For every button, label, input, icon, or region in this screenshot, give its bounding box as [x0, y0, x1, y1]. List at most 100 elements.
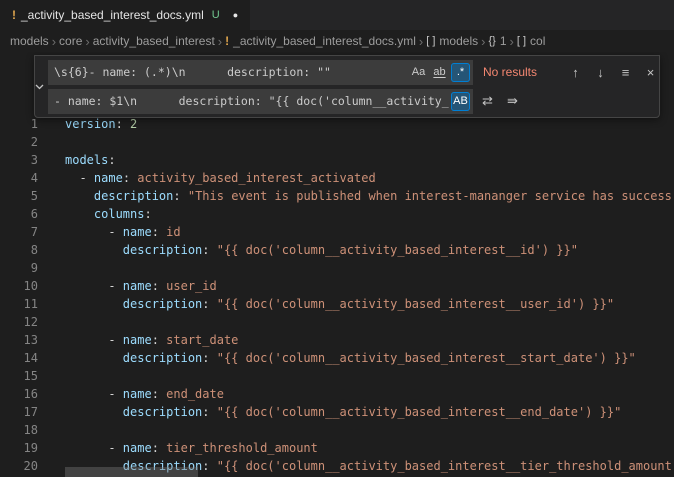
code-line-text: description: "{{ doc('column__activity_b…: [65, 349, 636, 367]
tab-activity-based-interest-docs[interactable]: ! _activity_based_interest_docs.yml U ●: [0, 0, 250, 30]
breadcrumb-item[interactable]: core: [59, 34, 82, 48]
breadcrumb-item[interactable]: ! _activity_based_interest_docs.yml: [225, 34, 416, 48]
git-status-badge: U: [212, 9, 220, 21]
line-number: 8: [0, 241, 38, 259]
code-line[interactable]: 5 description: "This event is published …: [0, 187, 674, 205]
code-line[interactable]: 11 description: "{{ doc('column__activit…: [0, 295, 674, 313]
code-line-text: columns:: [65, 205, 152, 223]
line-number: 10: [0, 277, 38, 295]
line-number: 19: [0, 439, 38, 457]
next-match-button[interactable]: ↓: [590, 62, 611, 83]
line-number: 6: [0, 205, 38, 223]
tab-bar: ! _activity_based_interest_docs.yml U ●: [0, 0, 674, 30]
breadcrumb: models›core›activity_based_interest›!_ac…: [0, 30, 674, 52]
warning-icon: !: [225, 34, 229, 48]
breadcrumb-item[interactable]: activity_based_interest: [93, 34, 215, 48]
breadcrumb-item[interactable]: [ ] models: [426, 34, 478, 48]
whole-word-button[interactable]: ab: [430, 63, 449, 82]
code-line-text: - name: start_date: [65, 331, 238, 349]
breadcrumb-separator-icon: ›: [218, 34, 222, 49]
editor[interactable]: 1version: 223models:4 - name: activity_b…: [0, 52, 674, 477]
tab-title: _activity_based_interest_docs.yml: [21, 8, 204, 22]
breadcrumb-separator-icon: ›: [510, 34, 514, 49]
replace-all-icon[interactable]: ⇛: [502, 91, 523, 112]
previous-match-button[interactable]: ↑: [565, 62, 586, 83]
code-line-text: description: "This event is published wh…: [65, 187, 672, 205]
line-number: 4: [0, 169, 38, 187]
code-line[interactable]: 2: [0, 133, 674, 151]
code-line[interactable]: 19 - name: tier_threshold_amount: [0, 439, 674, 457]
dirty-indicator[interactable]: ●: [233, 10, 238, 20]
code-line[interactable]: 9: [0, 259, 674, 277]
code-line[interactable]: 12: [0, 313, 674, 331]
breadcrumb-item[interactable]: [ ] col: [517, 34, 546, 48]
breadcrumb-label: models: [10, 34, 49, 48]
line-number: 15: [0, 367, 38, 385]
chevron-down-icon: [35, 82, 44, 91]
find-row: \s{6}- name: (.*)\n description: "" Aa a…: [48, 59, 661, 85]
code-line[interactable]: 17 description: "{{ doc('column__activit…: [0, 403, 674, 421]
find-query-text: \s{6}- name: (.*)\n description: "": [54, 65, 407, 79]
code-line[interactable]: 16 - name: end_date: [0, 385, 674, 403]
match-case-button[interactable]: Aa: [409, 63, 428, 82]
toggle-replace-button[interactable]: [35, 56, 44, 117]
breadcrumb-separator-icon: ›: [419, 34, 423, 49]
code-line-text: - name: tier_threshold_amount: [65, 439, 318, 457]
breadcrumb-item[interactable]: models: [10, 34, 49, 48]
find-input[interactable]: \s{6}- name: (.*)\n description: "" Aa a…: [48, 60, 473, 85]
replace-text: - name: $1\n description: "{{ doc('colum…: [54, 94, 449, 108]
regex-button[interactable]: .*: [451, 63, 470, 82]
line-number: 17: [0, 403, 38, 421]
line-number: 20: [0, 457, 38, 475]
line-number: 11: [0, 295, 38, 313]
code-line[interactable]: 18: [0, 421, 674, 439]
code-line-text: - name: user_id: [65, 277, 217, 295]
find-results-count: No results: [483, 65, 555, 79]
code-line-text: - name: activity_based_interest_activate…: [65, 169, 376, 187]
breadcrumb-separator-icon: ›: [85, 34, 89, 49]
code-line[interactable]: 14 description: "{{ doc('column__activit…: [0, 349, 674, 367]
breadcrumb-label: models: [439, 34, 478, 48]
code-line[interactable]: 4 - name: activity_based_interest_activa…: [0, 169, 674, 187]
breadcrumb-label: activity_based_interest: [93, 34, 215, 48]
vscode-window: ! _activity_based_interest_docs.yml U ● …: [0, 0, 674, 477]
line-number: 18: [0, 421, 38, 439]
find-in-selection-button[interactable]: ≡: [615, 62, 636, 83]
code-line[interactable]: 10 - name: user_id: [0, 277, 674, 295]
breadcrumb-label: core: [59, 34, 82, 48]
line-number: 14: [0, 349, 38, 367]
breadcrumb-separator-icon: ›: [52, 34, 56, 49]
object-icon: {}: [488, 35, 495, 47]
code-line[interactable]: 7 - name: id: [0, 223, 674, 241]
code-line[interactable]: 8 description: "{{ doc('column__activity…: [0, 241, 674, 259]
line-number: 16: [0, 385, 38, 403]
warning-icon: !: [12, 8, 16, 22]
preserve-case-button[interactable]: AB: [451, 92, 470, 111]
code-line-text: description: "{{ doc('column__activity_b…: [65, 403, 621, 421]
code-line[interactable]: 6 columns:: [0, 205, 674, 223]
replace-input[interactable]: - name: $1\n description: "{{ doc('colum…: [48, 89, 473, 114]
code-line-text: models:: [65, 151, 116, 169]
breadcrumb-label: _activity_based_interest_docs.yml: [233, 34, 416, 48]
replace-row: - name: $1\n description: "{{ doc('colum…: [48, 88, 661, 114]
code-line[interactable]: 13 - name: start_date: [0, 331, 674, 349]
code-line[interactable]: 3models:: [0, 151, 674, 169]
line-number: 2: [0, 133, 38, 151]
array-icon: [ ]: [426, 35, 435, 47]
find-replace-widget: \s{6}- name: (.*)\n description: "" Aa a…: [34, 55, 660, 118]
code-line-text: - name: id: [65, 223, 181, 241]
code-line-text: description: "{{ doc('column__activity_b…: [65, 241, 578, 259]
line-number: 13: [0, 331, 38, 349]
code-line[interactable]: 15: [0, 367, 674, 385]
replace-icon[interactable]: ⇄: [477, 91, 498, 112]
horizontal-scrollbar[interactable]: [65, 467, 198, 477]
breadcrumb-item[interactable]: {}1: [488, 34, 506, 48]
array-icon: [ ]: [517, 35, 526, 47]
breadcrumb-label: col: [530, 34, 545, 48]
line-number: 9: [0, 259, 38, 277]
code-line-text: description: "{{ doc('column__activity_b…: [65, 295, 614, 313]
line-number: 7: [0, 223, 38, 241]
breadcrumb-separator-icon: ›: [481, 34, 485, 49]
close-icon[interactable]: ×: [640, 62, 661, 83]
line-number: 1: [0, 115, 38, 133]
